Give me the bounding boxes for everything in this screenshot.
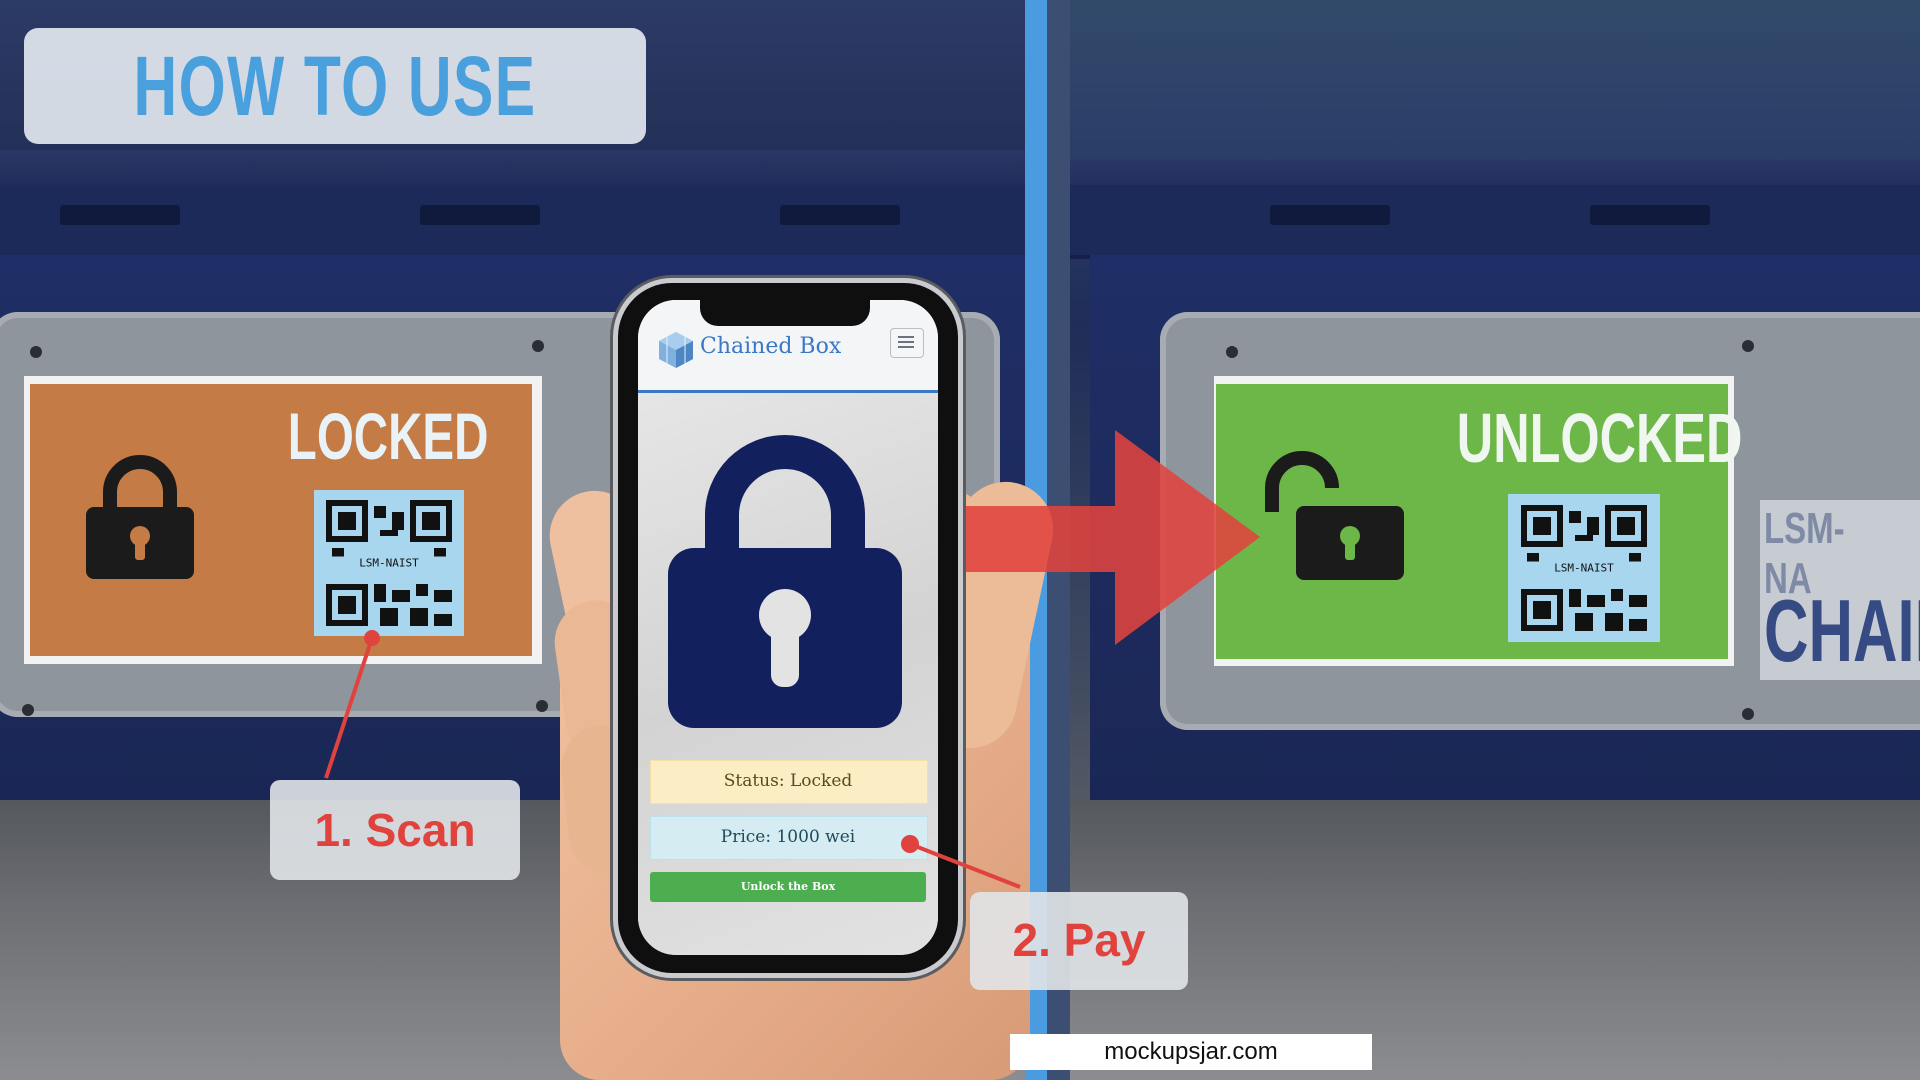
status-text: Status: Locked	[723, 771, 853, 791]
screw	[1742, 340, 1754, 352]
page-title: HOW TO USE	[133, 39, 537, 133]
unlock-button[interactable]: Unlock the Box	[650, 872, 926, 902]
box-lid	[1070, 185, 1920, 259]
phone-notch	[700, 298, 870, 326]
locked-label: LOCKED	[287, 399, 489, 473]
watermark-text: mockupsjar.com	[1104, 1038, 1278, 1065]
screw	[536, 700, 548, 712]
lid-latch	[420, 205, 540, 225]
pay-pointer-line	[901, 835, 1021, 889]
lid-latch	[780, 205, 900, 225]
side-brand-text: CHAIN	[1764, 581, 1920, 680]
cube-logo-icon	[659, 332, 693, 368]
unlocked-label: UNLOCKED	[1456, 399, 1743, 477]
pay-callout-text: 2. Pay	[1012, 914, 1146, 966]
scan-callout-text: 1. Scan	[314, 804, 476, 856]
screw	[22, 704, 34, 716]
lid-latch	[1270, 205, 1390, 225]
padlock-closed-icon	[86, 455, 194, 579]
right-arrow-icon	[965, 430, 1260, 645]
qr-code-card: LSM-NAIST	[314, 490, 464, 636]
qr-code-card: LSM-NAIST	[1508, 494, 1660, 642]
screw	[532, 340, 544, 352]
box-lid-rim	[0, 150, 1025, 190]
screw	[1742, 708, 1754, 720]
scan-pointer-line	[324, 630, 380, 779]
screw	[30, 346, 42, 358]
app-title: Chained Box	[700, 334, 842, 359]
padlock-closed-icon	[668, 435, 902, 728]
qr-label: LSM-NAIST	[314, 556, 464, 570]
hamburger-menu-icon	[898, 336, 914, 348]
lid-latch	[60, 205, 180, 225]
screw	[1226, 346, 1238, 358]
lid-latch	[1590, 205, 1710, 225]
qr-label: LSM-NAIST	[1508, 561, 1660, 575]
padlock-open-icon	[1265, 451, 1404, 580]
price-text: Price: 1000 wei	[720, 827, 856, 847]
